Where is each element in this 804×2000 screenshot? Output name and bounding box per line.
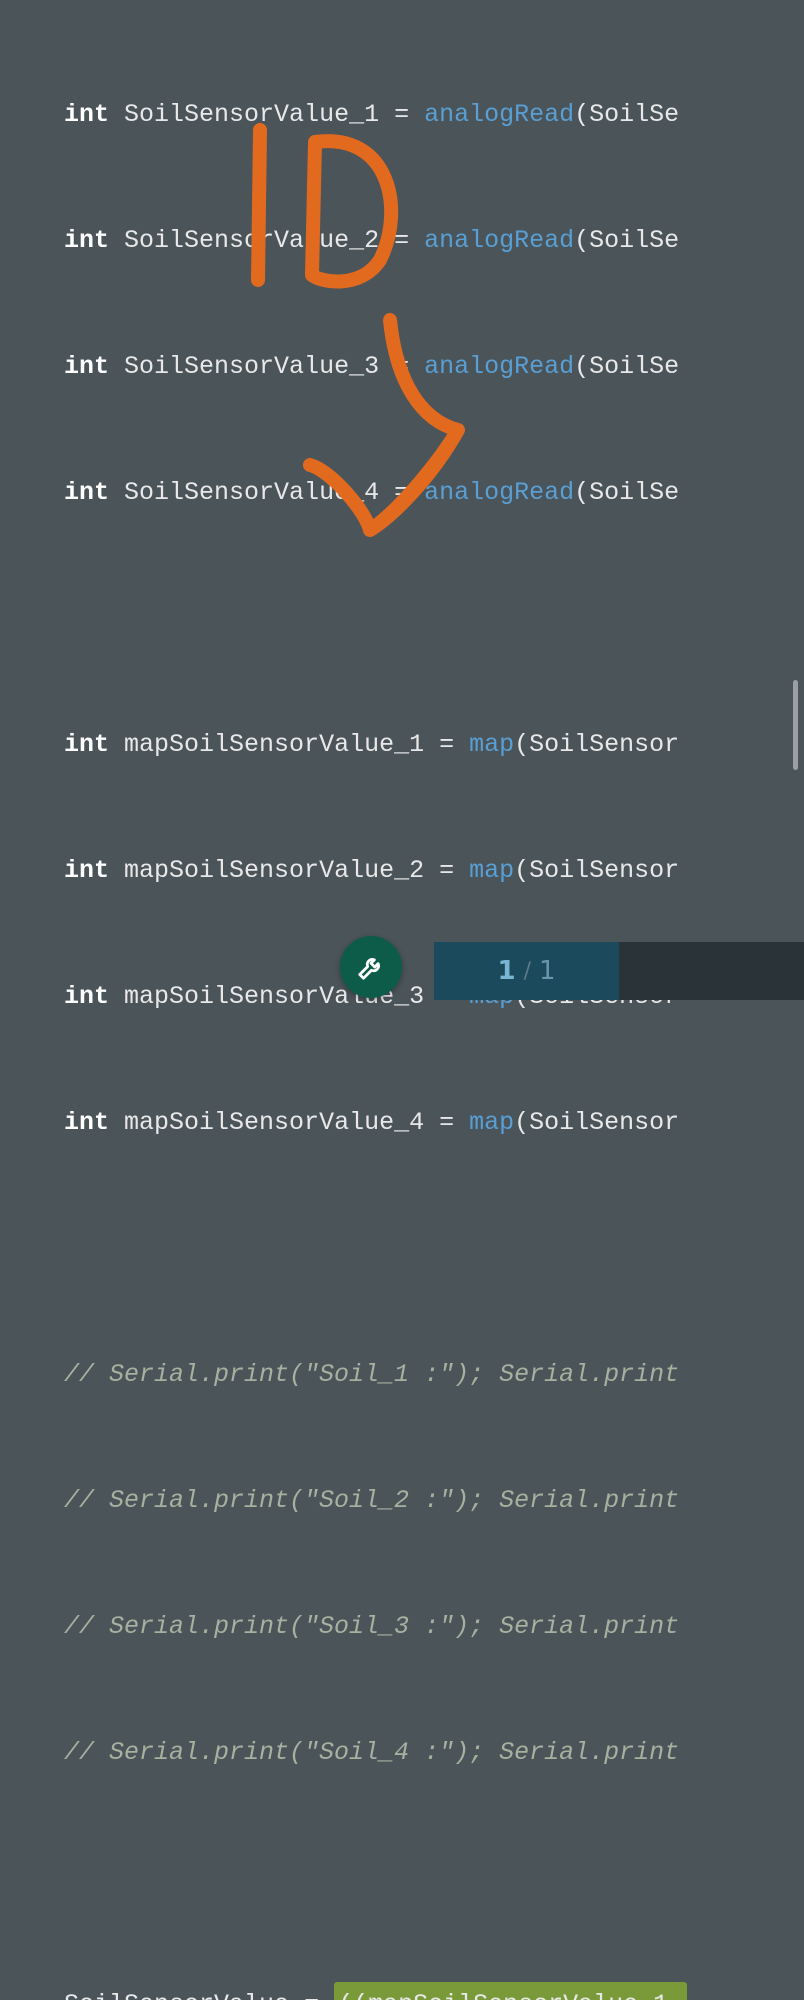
blank-line <box>0 1228 804 1270</box>
code-line: SoilSensorValue = ((mapSoilSensorValue_1 <box>0 1984 804 2000</box>
search-highlight: ((mapSoilSensorValue_1 <box>334 1982 687 2000</box>
code-line: int SoilSensorValue_1 = analogRead(SoilS… <box>0 94 804 136</box>
toolbar-spacer <box>619 942 804 1000</box>
pager-current: 1 <box>497 956 515 986</box>
comment-line: // Serial.print("Soil_3 :"); Serial.prin… <box>0 1606 804 1648</box>
comment-line: // Serial.print("Soil_4 :"); Serial.prin… <box>0 1732 804 1774</box>
vertical-scrollbar[interactable] <box>793 680 798 770</box>
code-line: int SoilSensorValue_4 = analogRead(SoilS… <box>0 472 804 514</box>
code-line: int SoilSensorValue_3 = analogRead(SoilS… <box>0 346 804 388</box>
code-line: int mapSoilSensorValue_2 = map(SoilSenso… <box>0 850 804 892</box>
wrench-icon <box>356 952 386 982</box>
blank-line <box>0 1858 804 1900</box>
pager-separator: / <box>524 959 531 984</box>
comment-line: // Serial.print("Soil_1 :"); Serial.prin… <box>0 1354 804 1396</box>
settings-button[interactable] <box>340 936 402 998</box>
comment-line: // Serial.print("Soil_2 :"); Serial.prin… <box>0 1480 804 1522</box>
pager-total: 1 <box>539 956 556 986</box>
blank-line <box>0 598 804 640</box>
type-keyword: int <box>64 94 109 136</box>
code-line: int mapSoilSensorValue_4 = map(SoilSenso… <box>0 1102 804 1144</box>
bottom-toolbar: 1 / 1 <box>0 932 804 1000</box>
code-line: int mapSoilSensorValue_1 = map(SoilSenso… <box>0 724 804 766</box>
search-result-counter[interactable]: 1 / 1 <box>434 942 619 1000</box>
code-editor[interactable]: int SoilSensorValue_1 = analogRead(SoilS… <box>0 0 804 2000</box>
code-line: int SoilSensorValue_2 = analogRead(SoilS… <box>0 220 804 262</box>
